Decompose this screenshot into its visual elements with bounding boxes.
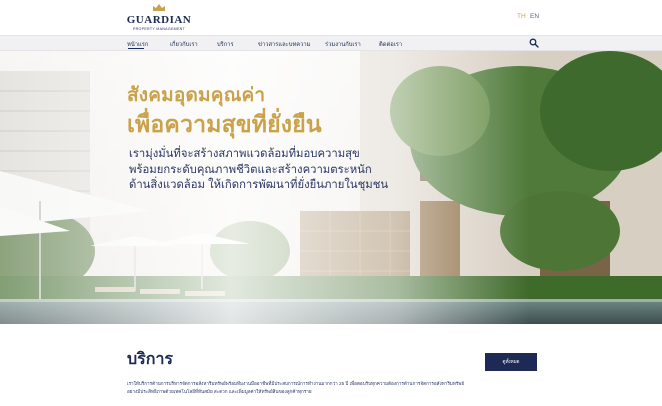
services-description-line: เราให้บริการด้านการบริหารจัดการอสังหาริม…: [127, 381, 465, 386]
services-description-line: อย่างมีประสิทธิภาพด้วยเทคโนโลยีที่ทันสมั…: [127, 388, 312, 394]
nav-item-news[interactable]: ข่าวสารและบทความ: [258, 39, 311, 49]
view-all-button[interactable]: ดูทั้งหมด: [485, 353, 537, 371]
logo-wordmark: GUARDIAN: [126, 14, 192, 26]
language-en-link[interactable]: EN: [530, 13, 539, 20]
nav-item-contact[interactable]: ติดต่อเรา: [379, 39, 402, 49]
crown-icon: [153, 4, 165, 11]
hero-description-line: เรามุ่งมั่นที่จะสร้างสภาพแวดล้อมที่มอบคว…: [129, 148, 360, 160]
hero-description-line: ด้านสิ่งแวดล้อม ให้เกิดการพัฒนาที่ยั่งยื…: [129, 179, 389, 191]
logo-tagline: PROPERTY MANAGEMENT: [132, 27, 186, 31]
services-heading: บริการ: [127, 351, 174, 368]
services-description: เราให้บริการด้านการบริหารจัดการอสังหาริม…: [127, 380, 537, 395]
language-th-link[interactable]: TH: [517, 13, 526, 20]
hero-title-line-2: เพื่อความสุขที่ยั่งยืน: [127, 111, 322, 137]
hero-description-line: พร้อมยกระดับคุณภาพชีวิตและสร้างความตระหน…: [129, 163, 372, 176]
hero-description: เรามุ่งมั่นที่จะสร้างสภาพแวดล้อมที่มอบคว…: [129, 147, 429, 194]
hero-title-line-1: สังคมอุดมคุณค่า: [127, 85, 266, 106]
nav-active-indicator: [128, 48, 144, 49]
nav-item-careers[interactable]: ร่วมงานกับเรา: [325, 39, 361, 49]
nav-item-services[interactable]: บริการ: [217, 39, 234, 49]
search-icon[interactable]: [529, 38, 539, 48]
site-header: GUARDIAN PROPERTY MANAGEMENT TH EN: [0, 0, 662, 35]
brand-logo[interactable]: GUARDIAN PROPERTY MANAGEMENT: [126, 3, 192, 33]
nav-item-about[interactable]: เกี่ยวกับเรา: [170, 39, 198, 49]
